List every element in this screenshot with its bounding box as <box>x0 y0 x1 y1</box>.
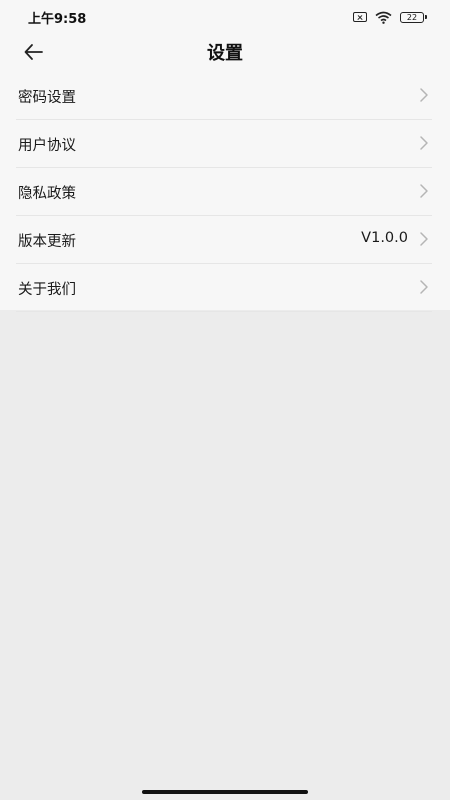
chevron-right-icon <box>420 280 428 294</box>
battery-icon: 22 <box>400 11 427 23</box>
chevron-right-icon <box>420 232 428 246</box>
nav-header: 设置 <box>0 34 450 70</box>
status-icons: 22 <box>353 9 427 25</box>
chevron-right-icon <box>420 184 428 198</box>
home-indicator[interactable] <box>142 790 308 794</box>
version-value: V1.0.0 <box>361 230 408 246</box>
settings-item-privacy-policy[interactable]: 隐私政策 <box>16 168 432 216</box>
chevron-right-icon <box>420 136 428 150</box>
settings-item-label: 隐私政策 <box>18 186 76 202</box>
wifi-icon <box>375 11 392 24</box>
settings-item-label: 版本更新 <box>18 234 76 250</box>
settings-item-password[interactable]: 密码设置 <box>16 72 432 120</box>
status-bar: 上午9:58 22 <box>0 0 450 34</box>
settings-panel: 上午9:58 22 设置 密码设置 用户协议 隐私政策 版本更新 V1.0.0 … <box>0 0 450 312</box>
battery-level: 22 <box>406 12 418 22</box>
page-title: 设置 <box>207 43 243 64</box>
sim-off-icon <box>353 12 367 22</box>
settings-item-label: 用户协议 <box>18 138 76 154</box>
settings-item-about-us[interactable]: 关于我们 <box>16 264 432 312</box>
settings-item-label: 密码设置 <box>18 90 76 106</box>
settings-list: 密码设置 用户协议 隐私政策 版本更新 V1.0.0 关于我们 <box>0 72 450 312</box>
settings-item-user-agreement[interactable]: 用户协议 <box>16 120 432 168</box>
settings-item-label: 关于我们 <box>18 282 76 298</box>
chevron-right-icon <box>420 88 428 102</box>
settings-item-version-update[interactable]: 版本更新 V1.0.0 <box>16 216 432 264</box>
status-time: 上午9:58 <box>28 12 87 27</box>
